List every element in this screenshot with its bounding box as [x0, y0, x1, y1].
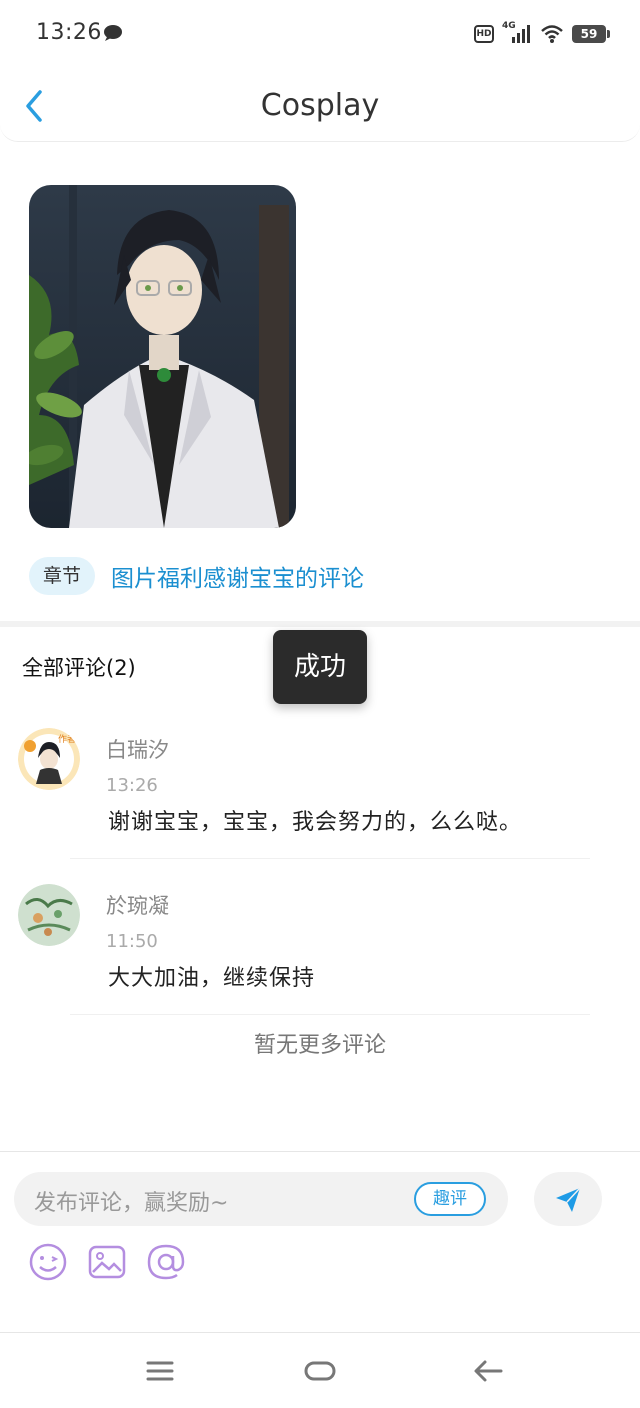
emoji-icon[interactable]	[28, 1242, 68, 1282]
comment-input[interactable]: 发布评论，赢奖励~ 趣评	[14, 1172, 508, 1226]
network-type: 4G	[502, 21, 516, 31]
status-bar: 13:26 HD 4G 59	[0, 0, 640, 70]
message-notification-icon	[104, 25, 122, 41]
chapter-tag: 章节	[29, 557, 96, 595]
chapter-row[interactable]: 章节 图片福利感谢宝宝的评论	[29, 556, 364, 596]
image-icon[interactable]	[87, 1242, 127, 1282]
chapter-title-link[interactable]: 图片福利感谢宝宝的评论	[111, 559, 364, 593]
user-avatar[interactable]: 作者	[18, 728, 80, 790]
user-avatar[interactable]	[18, 884, 80, 946]
page-title: Cosplay	[260, 88, 380, 123]
app-header: Cosplay	[0, 70, 640, 142]
comments-header: 全部评论(2)	[22, 656, 136, 680]
comment-item: 於琬凝 11:50 大大加油，继续保持	[0, 878, 640, 1015]
wifi-icon	[541, 25, 563, 43]
at-icon[interactable]	[146, 1242, 186, 1282]
comment-text: 大大加油，继续保持	[108, 966, 316, 991]
comment-time: 13:26	[106, 775, 158, 796]
system-navigation-bar	[0, 1334, 640, 1408]
cellular-signal-icon: 4G	[502, 21, 532, 45]
comment-divider	[70, 1014, 590, 1015]
section-divider	[0, 621, 640, 627]
send-button[interactable]	[534, 1172, 602, 1226]
comment-item: 作者 白瑞汐 13:26 谢谢宝宝，宝宝，我会努力的，么么哒。	[0, 722, 640, 859]
comment-author: 於琬凝	[106, 894, 169, 918]
send-icon	[556, 1187, 581, 1212]
comment-author: 白瑞汐	[106, 738, 169, 762]
comment-time: 11:50	[106, 931, 158, 952]
comment-text: 谢谢宝宝，宝宝，我会努力的，么么哒。	[108, 810, 523, 835]
status-icons: HD 4G 59	[474, 21, 610, 46]
back-icon[interactable]	[471, 1354, 507, 1388]
svg-text:作者: 作者	[58, 733, 76, 745]
status-time: 13:26	[36, 20, 102, 45]
comment-input-placeholder: 发布评论，赢奖励~	[34, 1191, 229, 1216]
hd-badge: HD	[474, 25, 494, 43]
success-toast: 成功	[273, 630, 367, 704]
home-icon[interactable]	[302, 1354, 338, 1388]
menu-icon[interactable]	[142, 1354, 178, 1388]
quping-button[interactable]: 趣评	[414, 1182, 486, 1216]
no-more-comments: 暂无更多评论	[253, 1033, 386, 1058]
comment-divider	[70, 858, 590, 859]
battery-indicator: 59	[572, 25, 610, 43]
cosplay-cover-image[interactable]	[29, 185, 296, 528]
